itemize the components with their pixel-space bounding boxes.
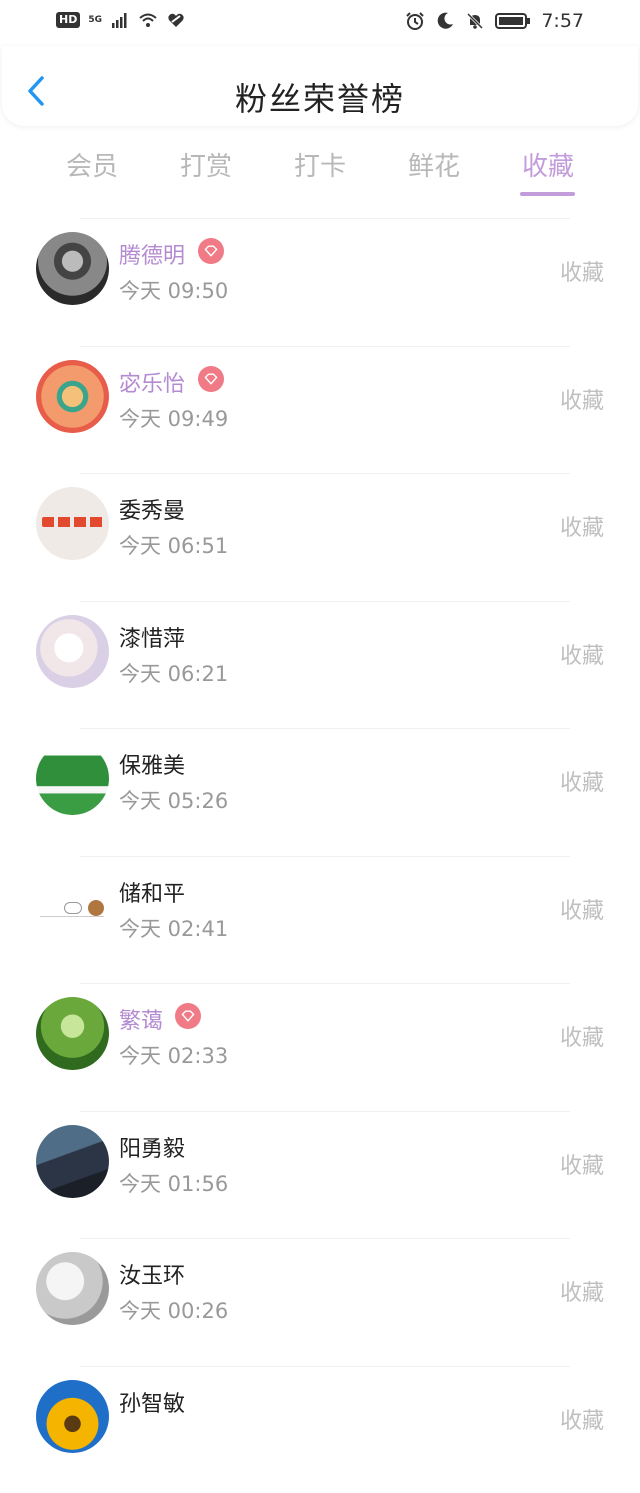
fan-list: 腾德明 今天 09:50 收藏 宓乐怡 今天 09:49 收藏 委秀曼 今天 0… xyxy=(0,218,640,1493)
list-item[interactable]: 孙智敏 收藏 xyxy=(0,1366,640,1493)
favorite-time: 今天 00:26 xyxy=(119,1295,228,1325)
page-title: 粉丝荣誉榜 xyxy=(2,74,638,120)
divider xyxy=(80,1111,570,1112)
signal-icon xyxy=(110,10,130,30)
tab-flower[interactable]: 鲜花 xyxy=(384,146,484,183)
hd-indicator: HD xyxy=(56,12,80,28)
fan-name: 委秀曼 xyxy=(119,493,185,525)
fan-name: 宓乐怡 xyxy=(119,366,185,398)
favorite-time: 今天 02:41 xyxy=(119,913,228,943)
alarm-icon xyxy=(405,11,425,31)
avatar[interactable] xyxy=(36,487,109,560)
avatar-bear-graphic xyxy=(88,900,104,916)
divider xyxy=(80,728,570,729)
divider xyxy=(80,218,570,219)
diamond-badge-icon xyxy=(198,366,224,392)
favorite-label: 收藏 xyxy=(560,1275,604,1307)
favorite-time: 今天 05:26 xyxy=(119,785,228,815)
status-bar: HD 5G 7:57 xyxy=(0,0,640,44)
clock-time: 7:57 xyxy=(541,10,584,32)
fan-name: 储和平 xyxy=(119,876,185,908)
battery-icon xyxy=(495,11,531,31)
avatar[interactable] xyxy=(36,360,109,433)
divider xyxy=(80,601,570,602)
fan-name: 腾德明 xyxy=(119,238,185,270)
tab-tip[interactable]: 打赏 xyxy=(156,146,256,183)
favorite-label: 收藏 xyxy=(560,893,604,925)
favorite-time: 今天 01:56 xyxy=(119,1168,228,1198)
favorite-label: 收藏 xyxy=(560,1148,604,1180)
list-item[interactable]: 委秀曼 今天 06:51 收藏 xyxy=(0,473,640,601)
fan-name: 孙智敏 xyxy=(119,1386,185,1418)
avatar[interactable] xyxy=(36,1380,109,1453)
avatar[interactable] xyxy=(36,1125,109,1198)
tab-bar: 会员 打赏 打卡 鲜花 收藏 xyxy=(0,140,640,200)
favorite-label: 收藏 xyxy=(560,1020,604,1052)
list-item[interactable]: 保雅美 今天 05:26 收藏 xyxy=(0,728,640,856)
bell-muted-icon xyxy=(465,11,485,31)
favorite-time: 今天 06:21 xyxy=(119,658,228,688)
heart-link-icon xyxy=(166,10,186,30)
fan-name: 汝玉环 xyxy=(119,1258,185,1290)
favorite-time: 今天 09:49 xyxy=(119,403,228,433)
diamond-badge-icon xyxy=(175,1003,201,1029)
favorite-label: 收藏 xyxy=(560,765,604,797)
favorite-time: 今天 09:50 xyxy=(119,275,228,305)
moon-icon xyxy=(435,11,455,31)
tab-favorite[interactable]: 收藏 xyxy=(498,146,598,183)
avatar[interactable] xyxy=(36,1252,109,1325)
fan-name: 保雅美 xyxy=(119,748,185,780)
favorite-label: 收藏 xyxy=(560,255,604,287)
favorite-label: 收藏 xyxy=(560,1403,604,1435)
divider xyxy=(80,983,570,984)
favorite-time: 今天 02:33 xyxy=(119,1040,228,1070)
tab-checkin[interactable]: 打卡 xyxy=(270,146,370,183)
tab-member[interactable]: 会员 xyxy=(42,146,142,183)
list-item[interactable]: 阳勇毅 今天 01:56 收藏 xyxy=(0,1111,640,1239)
avatar[interactable] xyxy=(36,997,109,1070)
avatar[interactable] xyxy=(36,615,109,688)
list-item[interactable]: 繁蔼 今天 02:33 收藏 xyxy=(0,983,640,1111)
list-item[interactable]: 漆惜萍 今天 06:21 收藏 xyxy=(0,601,640,729)
wifi-icon xyxy=(138,10,158,30)
list-item[interactable]: 宓乐怡 今天 09:49 收藏 xyxy=(0,346,640,474)
active-tab-indicator xyxy=(520,192,575,196)
avatar[interactable] xyxy=(36,742,109,815)
avatar-line-graphic xyxy=(40,916,104,917)
avatar[interactable] xyxy=(36,232,109,305)
favorite-label: 收藏 xyxy=(560,638,604,670)
list-item[interactable]: 汝玉环 今天 00:26 收藏 xyxy=(0,1238,640,1366)
diamond-badge-icon xyxy=(198,238,224,264)
avatar-face-graphic xyxy=(64,902,82,914)
top-bar: 粉丝荣誉榜 xyxy=(2,46,638,126)
favorite-time: 今天 06:51 xyxy=(119,530,228,560)
divider xyxy=(80,856,570,857)
divider xyxy=(80,1366,570,1367)
divider xyxy=(80,346,570,347)
list-item[interactable]: 腾德明 今天 09:50 收藏 xyxy=(0,218,640,346)
list-item[interactable]: 储和平 今天 02:41 收藏 xyxy=(0,856,640,984)
avatar-text-graphic xyxy=(42,517,104,527)
fan-name: 繁蔼 xyxy=(119,1003,163,1035)
network-type: 5G xyxy=(88,16,102,25)
fan-name: 阳勇毅 xyxy=(119,1131,185,1163)
favorite-label: 收藏 xyxy=(560,510,604,542)
avatar[interactable] xyxy=(36,870,109,943)
favorite-label: 收藏 xyxy=(560,383,604,415)
divider xyxy=(80,473,570,474)
fan-name: 漆惜萍 xyxy=(119,621,185,653)
divider xyxy=(80,1238,570,1239)
